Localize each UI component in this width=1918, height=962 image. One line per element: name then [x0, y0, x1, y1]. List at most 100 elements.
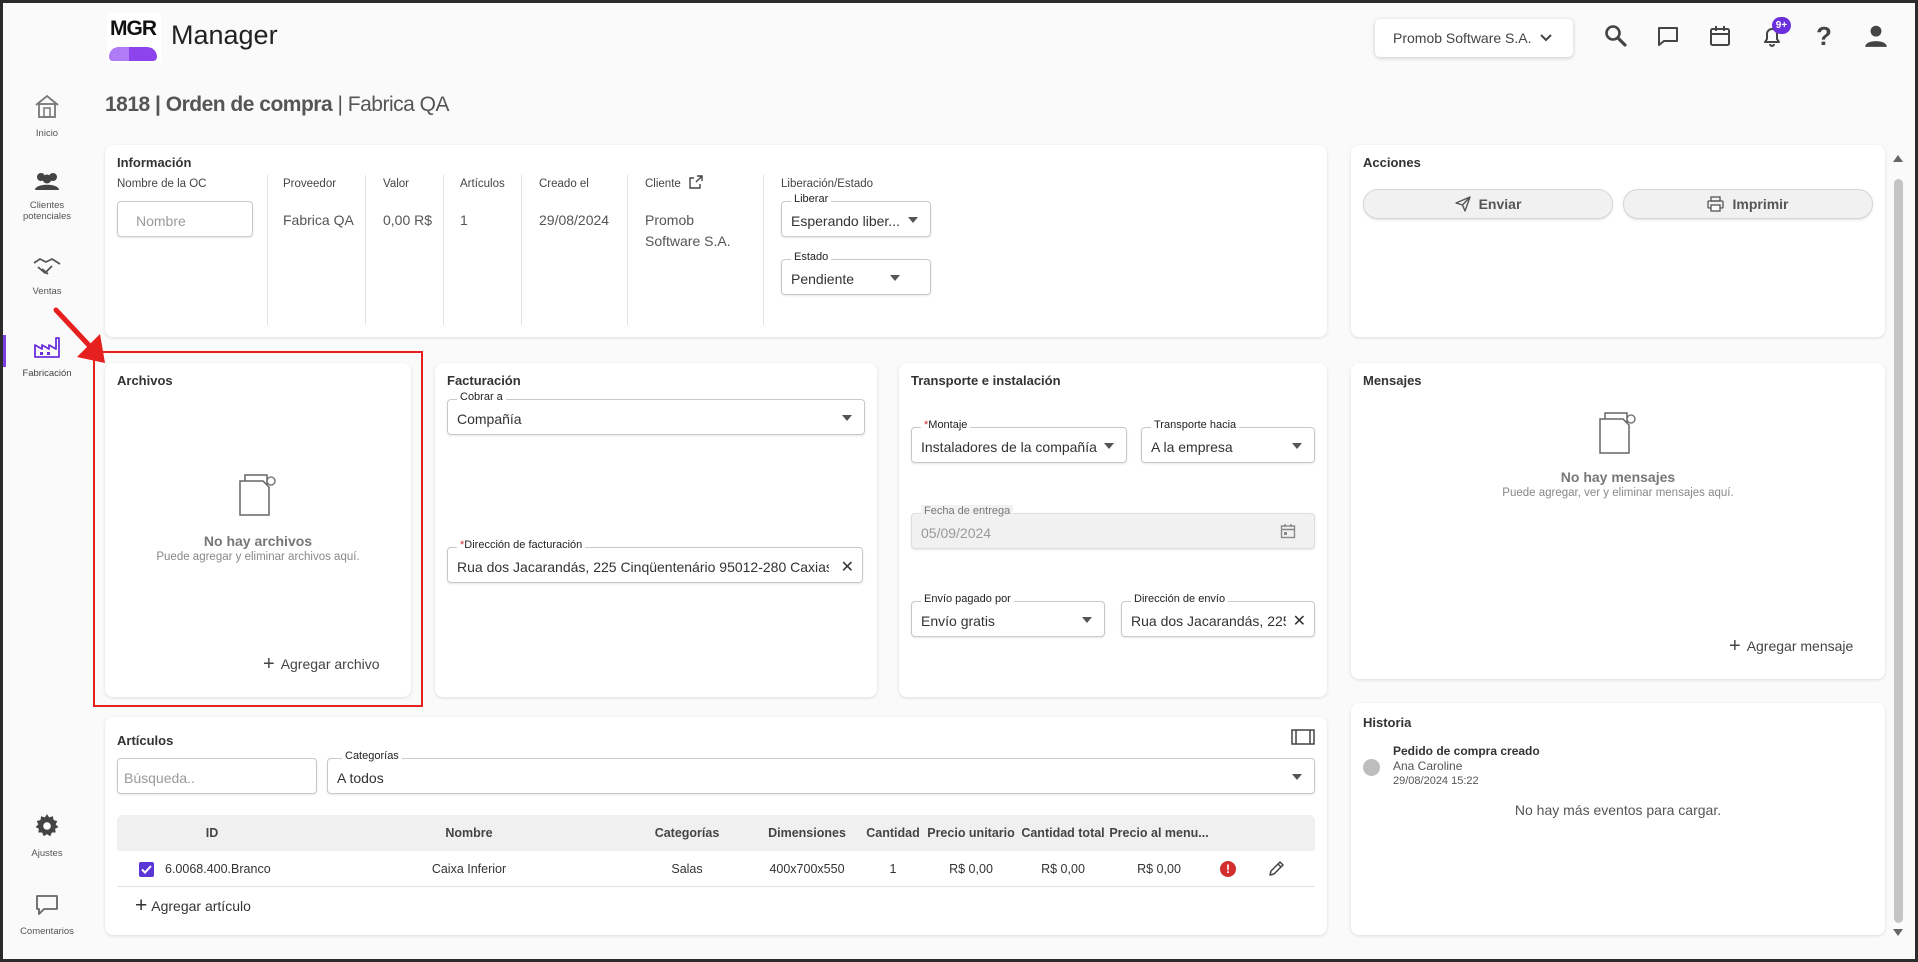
history-title: Historia	[1363, 715, 1412, 730]
send-button[interactable]: Enviar	[1363, 189, 1613, 219]
nav-label: Comentarios	[20, 926, 74, 937]
clear-icon[interactable]: ✕	[1293, 611, 1306, 631]
table-row[interactable]: 6.0068.400.Branco Caixa Inferior Salas 4…	[117, 851, 1315, 887]
oc-name-input[interactable]: Nombre	[117, 201, 253, 237]
articles-card: Artículos Búsqueda.. Categorías A todos …	[105, 717, 1327, 935]
status-select[interactable]: Estado Pendiente	[781, 251, 931, 295]
col-precio-unitario[interactable]: Precio unitario	[925, 815, 1017, 851]
cell-total: R$ 0,00	[1041, 862, 1085, 876]
release-field-value: Esperando liber...	[791, 213, 900, 229]
external-link-icon[interactable]	[689, 175, 703, 189]
shipping-paid-select[interactable]: Envío pagado por Envío gratis	[911, 593, 1105, 637]
category-select[interactable]: Categorías A todos	[327, 750, 1315, 794]
billing-address-field[interactable]: *Dirección de facturación Rua dos Jacara…	[447, 539, 863, 583]
scrollbar-thumb[interactable]	[1894, 179, 1903, 923]
plus-icon: +	[1729, 635, 1741, 657]
add-article-button[interactable]: + Agregar artículo	[135, 894, 251, 917]
chat-icon[interactable]	[1653, 21, 1683, 51]
home-icon	[35, 94, 59, 118]
assembly-value: Instaladores de la compañía	[921, 439, 1097, 455]
col-cantidad-total[interactable]: Cantidad total	[1017, 815, 1109, 851]
assembly-select[interactable]: *Montaje Instaladores de la compañía	[911, 419, 1127, 463]
clear-icon[interactable]: ✕	[841, 557, 854, 577]
plus-icon: +	[135, 894, 148, 917]
nav-label: Inicio	[35, 128, 59, 139]
client-value-line2: Software S.A.	[645, 233, 731, 249]
row-checkbox[interactable]	[139, 862, 154, 877]
shipping-address-label: Dirección de envío	[1131, 593, 1229, 605]
nav-item-clientes-potenciales[interactable]: Clientes potenciales	[9, 171, 85, 222]
error-icon[interactable]: !	[1220, 861, 1236, 877]
search-icon[interactable]	[1601, 21, 1631, 51]
calendar-icon[interactable]	[1280, 523, 1296, 539]
status-field-label: Estado	[791, 251, 832, 263]
articles-search-input[interactable]: Búsqueda..	[117, 758, 317, 794]
add-message-button[interactable]: + Agregar mensaje	[1729, 635, 1853, 657]
cell-dimensions: 400x700x550	[769, 862, 845, 876]
edit-icon[interactable]	[1267, 860, 1285, 878]
nav-label: Ventas	[32, 286, 62, 297]
billing-address-label: *Dirección de facturación	[457, 539, 586, 551]
col-categorias[interactable]: Categorías	[647, 815, 727, 851]
delivery-date-field[interactable]: Fecha de entrega 05/09/2024	[911, 505, 1315, 549]
col-nombre[interactable]: Nombre	[409, 815, 529, 851]
scroll-down-arrow[interactable]	[1893, 929, 1903, 936]
caret-down-icon	[908, 217, 918, 223]
transport-to-value: A la empresa	[1151, 439, 1233, 455]
charge-to-label: Cobrar a	[457, 391, 506, 403]
category-value: A todos	[337, 770, 384, 786]
people-icon	[35, 173, 59, 190]
shipping-paid-value: Envío gratis	[921, 613, 995, 629]
nav-item-inicio[interactable]: Inicio	[9, 93, 85, 139]
value-label: Valor	[383, 178, 409, 190]
messages-empty-title: No hay mensajes	[1560, 469, 1676, 485]
scroll-up-arrow[interactable]	[1893, 155, 1903, 162]
col-id[interactable]: ID	[172, 815, 252, 851]
caret-down-icon	[1082, 617, 1092, 623]
caret-down-icon	[1104, 443, 1114, 449]
release-select[interactable]: Liberar Esperando liber...	[781, 193, 931, 237]
divider	[267, 175, 268, 325]
caret-down-icon	[1292, 774, 1302, 780]
print-button[interactable]: Imprimir	[1623, 189, 1873, 219]
calendar-icon[interactable]	[1705, 21, 1735, 51]
nav-item-ajustes[interactable]: Ajustes	[9, 813, 85, 859]
category-label: Categorías	[342, 750, 402, 762]
cell-name: Caixa Inferior	[431, 862, 507, 876]
client-value-line1: Promob	[645, 212, 695, 228]
actions-title: Acciones	[1363, 155, 1421, 170]
shipping-address-value: Rua dos Jacarandás, 225	[1131, 613, 1286, 629]
cell-retail-price: R$ 0,00	[1137, 862, 1181, 876]
nav-item-ventas[interactable]: Ventas	[9, 255, 85, 297]
account-icon[interactable]	[1861, 21, 1891, 51]
page-title-main: 1818 | Orden de compra	[105, 93, 333, 116]
transport-to-select[interactable]: Transporte hacia A la empresa	[1141, 419, 1315, 463]
col-cantidad[interactable]: Cantidad	[861, 815, 925, 851]
app-logo[interactable]: MGR	[107, 13, 161, 63]
history-no-more: No hay más eventos para cargar.	[1514, 802, 1722, 818]
col-precio-menu[interactable]: Precio al menu...	[1109, 815, 1209, 851]
articles-table-header: ID Nombre Categorías Dimensiones Cantida…	[117, 815, 1315, 851]
divider	[763, 175, 764, 325]
columns-icon[interactable]	[1291, 729, 1315, 745]
chevron-down-icon	[1539, 34, 1552, 42]
gear-icon	[35, 814, 59, 837]
print-label: Imprimir	[1732, 196, 1789, 212]
articles-search-placeholder: Búsqueda..	[124, 770, 195, 786]
page-title-sep: |	[332, 93, 348, 116]
col-dimensiones[interactable]: Dimensiones	[757, 815, 857, 851]
transport-title: Transporte e instalación	[911, 373, 1061, 388]
release-field-label: Liberar	[791, 193, 832, 205]
supplier-value: Fabrica QA	[283, 212, 354, 228]
charge-to-select[interactable]: Cobrar a Compañía	[447, 391, 865, 435]
release-status-label: Liberación/Estado	[781, 178, 874, 190]
caret-down-icon	[842, 415, 852, 421]
cell-id: 6.0068.400.Branco	[165, 862, 271, 876]
nav-label: Clientes potenciales	[22, 200, 72, 222]
send-label: Enviar	[1478, 196, 1522, 212]
shipping-address-field[interactable]: Dirección de envío Rua dos Jacarandás, 2…	[1121, 593, 1315, 637]
notifications-icon[interactable]: 9+	[1757, 17, 1791, 51]
nav-item-comentarios[interactable]: Comentarios	[9, 893, 85, 937]
help-icon[interactable]: ?	[1809, 21, 1839, 51]
company-selector[interactable]: Promob Software S.A.	[1375, 19, 1573, 57]
